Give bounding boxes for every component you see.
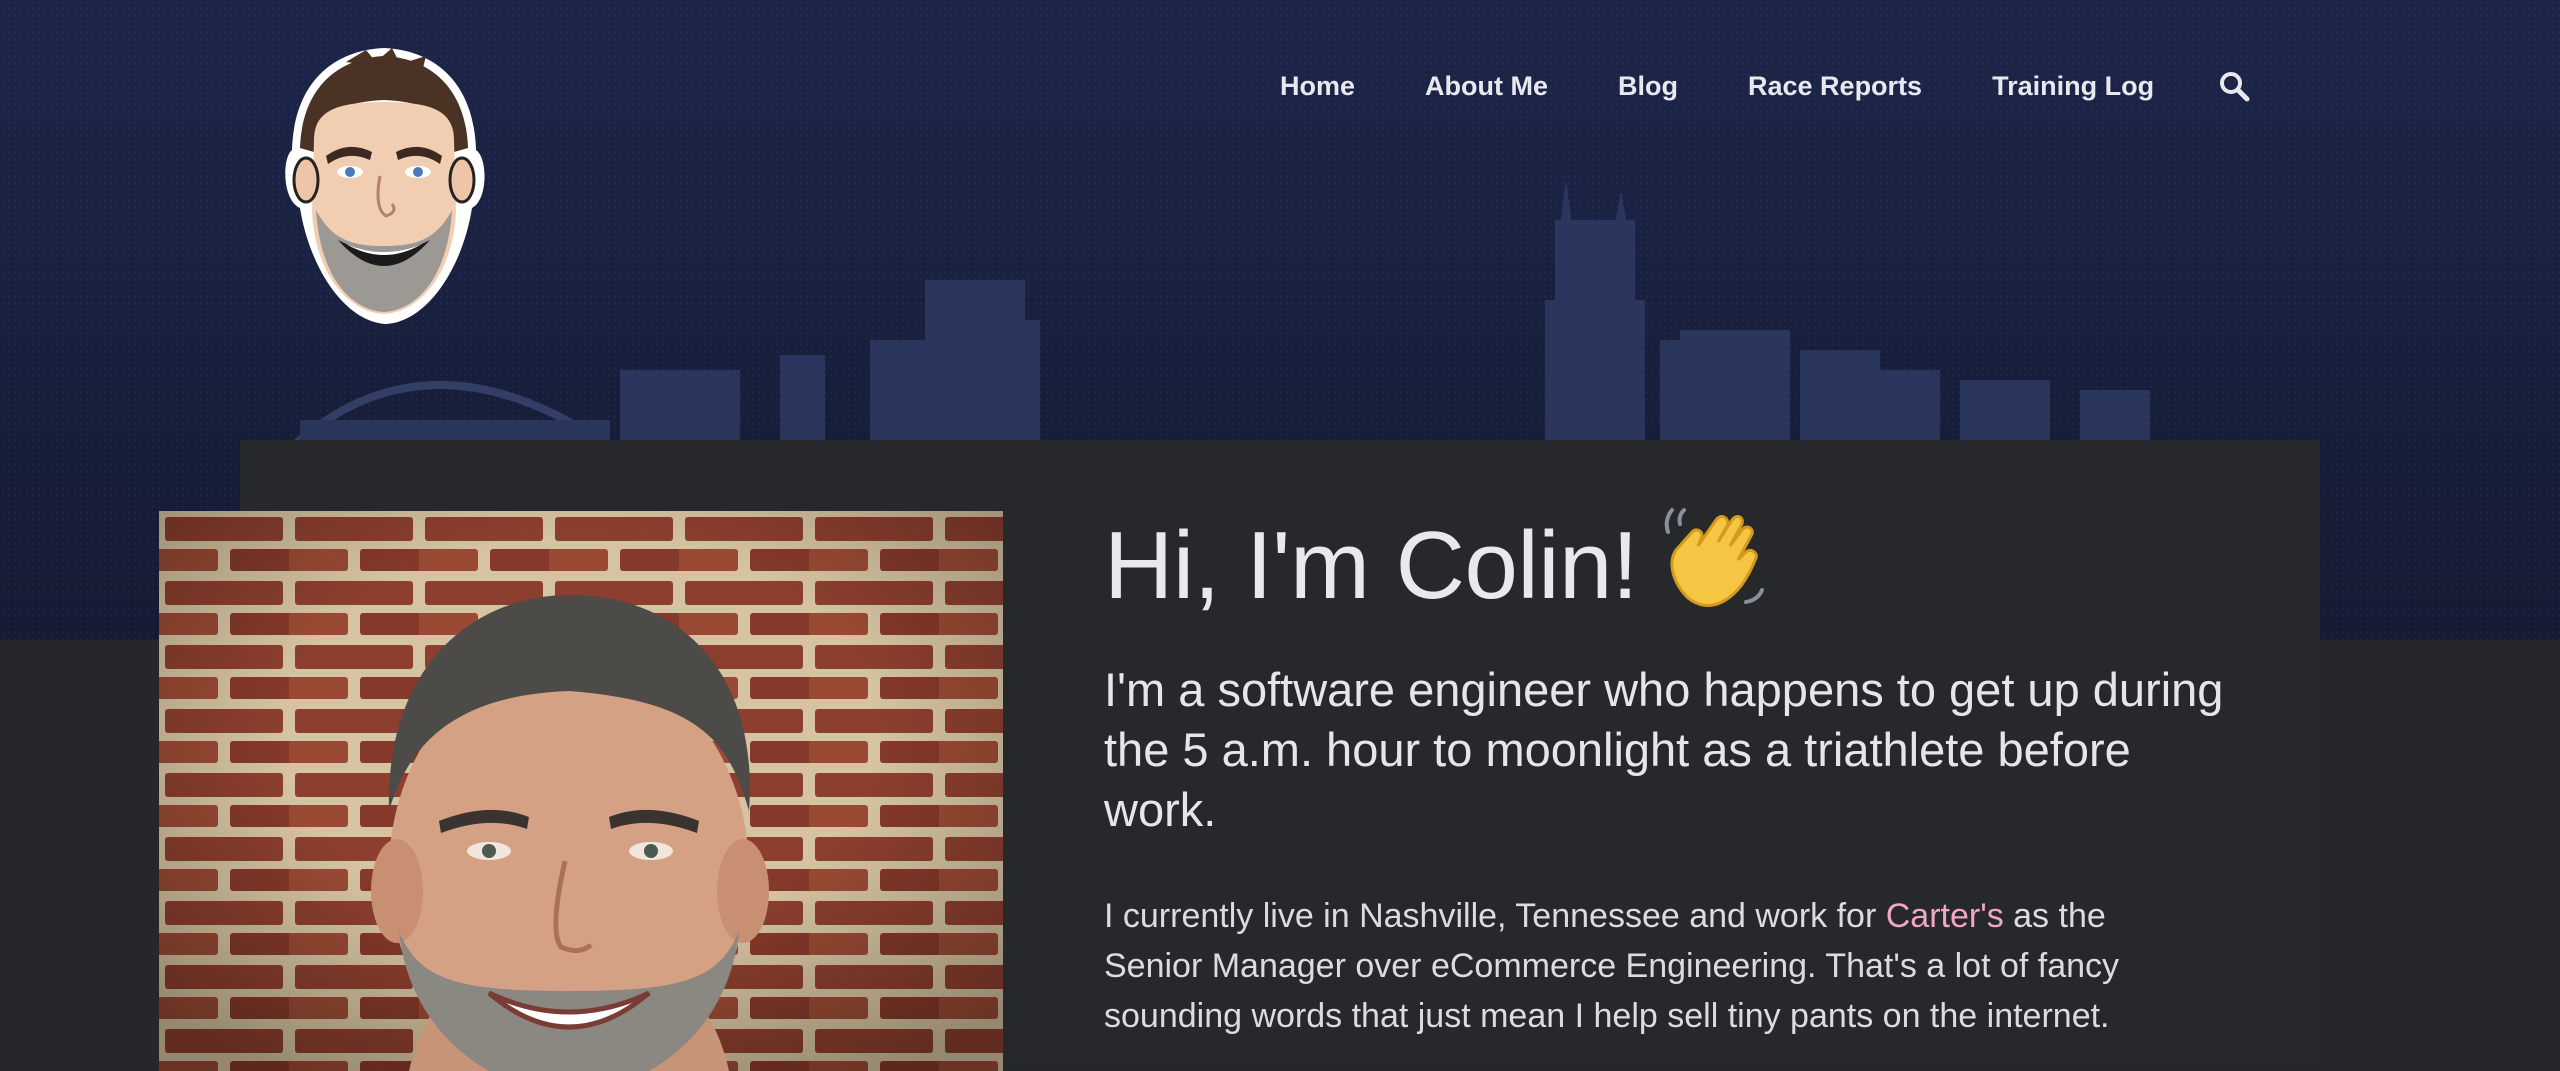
search-icon[interactable] — [2218, 70, 2250, 102]
main-navigation: Home About Me Blog Race Reports Training… — [1280, 66, 2250, 106]
intro-tagline: I'm a software engineer who happens to g… — [1104, 663, 2224, 836]
profile-photo — [159, 511, 1003, 1071]
nav-about-me-link[interactable]: About Me — [1425, 71, 1548, 102]
page-title: Hi, I'm Colin! — [1104, 502, 1768, 626]
nav-training-log-link[interactable]: Training Log — [1992, 71, 2154, 102]
nav-blog-link[interactable]: Blog — [1618, 71, 1678, 102]
headline-text: Hi, I'm Colin! — [1104, 512, 1639, 619]
employer-link[interactable]: Carter's — [1886, 897, 2004, 935]
nav-race-reports-link[interactable]: Race Reports — [1748, 71, 1922, 102]
cartoon-face-logo[interactable] — [276, 40, 492, 330]
waving-hand-icon — [1658, 502, 1768, 612]
nav-home-link[interactable]: Home — [1280, 71, 1355, 102]
bio-text-start: I currently live in Nashville, Tennessee… — [1104, 897, 1886, 935]
intro-bio: I currently live in Nashville, Tennessee… — [1104, 891, 2204, 1041]
